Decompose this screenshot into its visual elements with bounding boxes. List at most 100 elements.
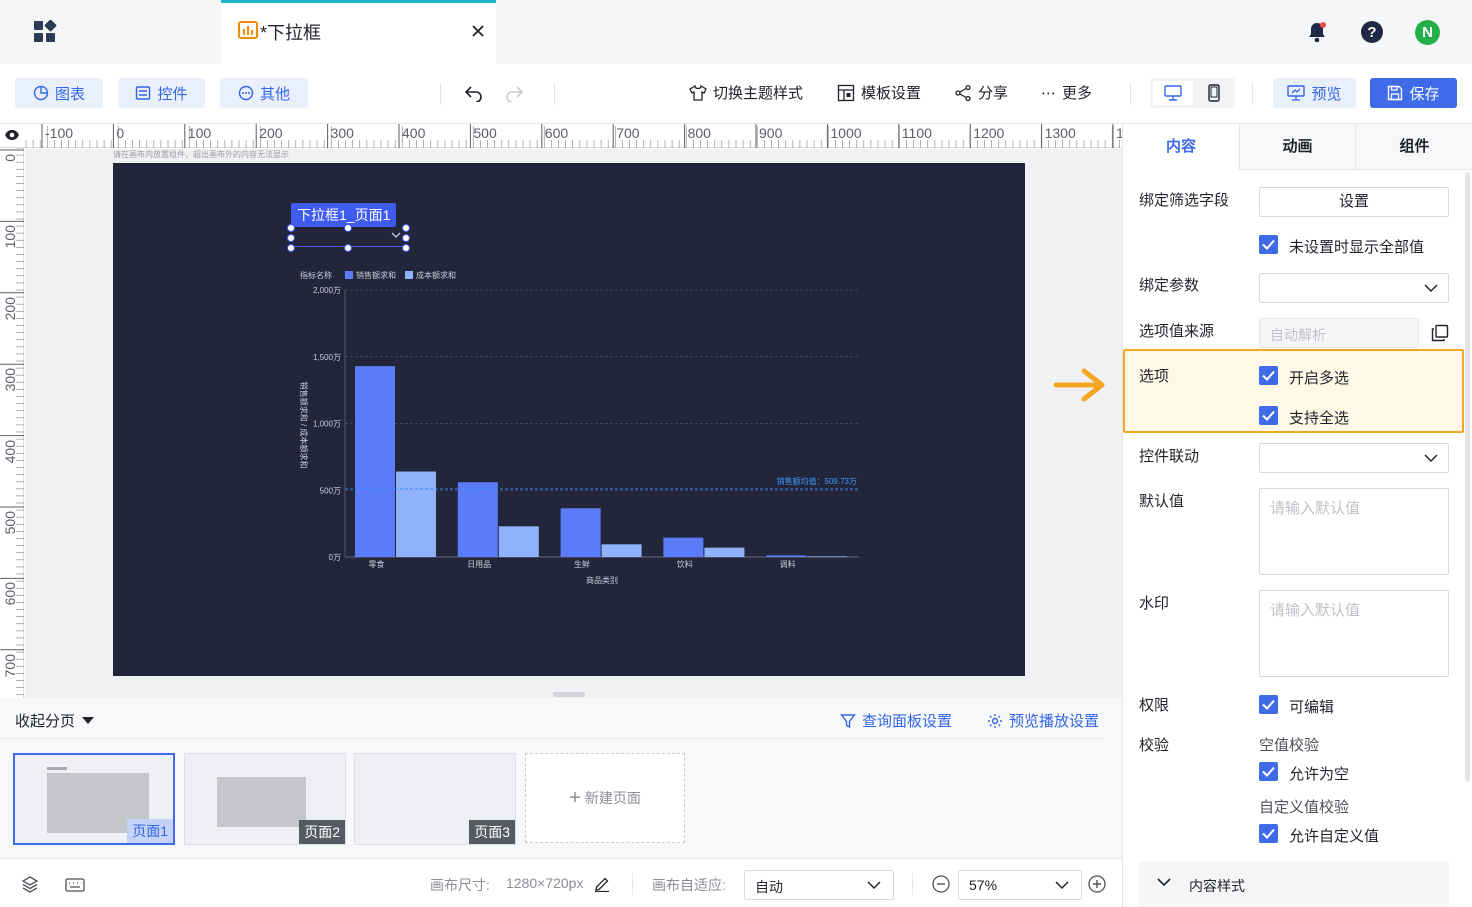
save-button[interactable]: 保存 — [1370, 78, 1457, 108]
canvas-size-value: 1280×720px — [506, 875, 584, 891]
preview-monitor-icon — [1287, 85, 1306, 101]
redo-icon[interactable] — [504, 84, 524, 102]
new-page-label: 新建页面 — [584, 790, 641, 806]
collapse-pages-label: 收起分页 — [15, 713, 76, 730]
default-value-label: 默认值 — [1139, 493, 1185, 510]
document-tab[interactable]: *下拉框 — [221, 0, 496, 64]
page-thumbnail-3[interactable]: 页面3 — [354, 753, 516, 845]
undo-icon[interactable] — [464, 84, 484, 102]
dashboard-file-icon — [238, 20, 258, 40]
canvas-fit-select[interactable]: 自动 — [744, 870, 894, 900]
document-tab-title: *下拉框 — [260, 23, 322, 43]
ruler-label: 300 — [330, 125, 354, 141]
custom-check-label: 自定义值校验 — [1259, 799, 1350, 816]
content-style-section[interactable]: 内容样式 — [1139, 862, 1449, 907]
page-thumbnail-1[interactable]: 页面1 — [13, 753, 175, 845]
bind-field-setting-button[interactable]: 设置 — [1259, 187, 1449, 217]
x-tick-label: 调料 — [780, 559, 796, 569]
caret-down-icon — [81, 716, 95, 725]
close-tab-icon[interactable] — [471, 24, 485, 38]
bar — [807, 556, 848, 558]
dashboard-canvas[interactable]: 下拉框1_页面1 指标名称 销售额求和 成本额求和 0万 500万 1,000万 1,500… — [113, 163, 1025, 676]
help-icon[interactable]: ? — [1360, 20, 1384, 44]
ruler-label: 0 — [116, 125, 125, 141]
ruler-label: 1100 — [901, 125, 932, 141]
multi-select-checkbox[interactable] — [1259, 366, 1278, 385]
switch-theme-button[interactable]: 切换主题样式 — [689, 82, 803, 103]
copy-icon[interactable] — [1431, 324, 1449, 342]
default-value-input[interactable]: 请输入默认值 — [1259, 488, 1449, 575]
more-button[interactable]: ⋯ 更多 — [1041, 82, 1092, 103]
bar — [766, 555, 807, 557]
show-all-checkbox[interactable] — [1259, 235, 1278, 254]
zoom-in-icon[interactable] — [1088, 875, 1106, 893]
template-settings-button[interactable]: 模板设置 — [837, 82, 921, 103]
chevron-down-icon — [1055, 881, 1069, 890]
option-source-label: 选项值来源 — [1139, 323, 1215, 340]
editable-checkbox[interactable] — [1259, 695, 1278, 714]
page-thumbnail-2[interactable]: 页面2 — [184, 753, 346, 845]
zoom-select[interactable]: 57% — [958, 870, 1082, 900]
edit-pencil-icon[interactable] — [594, 876, 610, 892]
tab-animation[interactable]: 动画 — [1239, 124, 1355, 170]
ruler-label: 1300 — [1044, 125, 1076, 141]
collapse-pages-button[interactable]: 收起分页 — [15, 710, 95, 731]
insert-other-button[interactable]: 其他 — [220, 78, 308, 108]
chevron-down-icon — [1424, 454, 1438, 463]
multi-select-label: 开启多选 — [1289, 370, 1350, 387]
zoom-out-icon[interactable] — [932, 875, 950, 893]
y-tick-label: 1,000万 — [313, 420, 341, 429]
tab-content[interactable]: 内容 — [1123, 124, 1239, 170]
share-button[interactable]: 分享 — [954, 82, 1008, 103]
template-icon — [837, 84, 855, 102]
editable-label: 可编辑 — [1289, 699, 1335, 716]
resize-handle[interactable] — [553, 692, 585, 697]
legend-swatch — [405, 271, 413, 279]
canvas-note: 请在画布内放置组件，超出画布外的内容无法显示 — [113, 150, 289, 159]
preview-label: 预览 — [1311, 85, 1342, 103]
linkage-select[interactable] — [1259, 443, 1449, 473]
insert-other-label: 其他 — [259, 85, 290, 103]
new-page-button[interactable]: + 新建页面 — [525, 753, 685, 843]
option-source-input[interactable]: 自动解析 — [1259, 318, 1419, 348]
mobile-view-button[interactable] — [1202, 81, 1226, 105]
more-label: 更多 — [1062, 85, 1093, 102]
watermark-input[interactable]: 请输入默认值 — [1259, 590, 1449, 677]
bar-chart[interactable]: 指标名称 销售额求和 成本额求和 0万 500万 1,000万 1,500万 2,000万零食… — [113, 163, 1025, 676]
ruler-label: 1000 — [830, 125, 862, 141]
user-avatar[interactable]: N — [1415, 20, 1440, 45]
insert-chart-label: 图表 — [54, 85, 85, 103]
keyboard-icon[interactable] — [65, 878, 85, 892]
top-bar: *下拉框 ? N — [0, 0, 1472, 64]
eye-icon[interactable] — [4, 129, 20, 141]
svg-text:?: ? — [1367, 24, 1376, 41]
apps-grid-icon[interactable] — [33, 20, 57, 44]
query-panel-setting-button[interactable]: 查询面板设置 — [840, 710, 952, 731]
insert-chart-button[interactable]: 图表 — [15, 78, 103, 108]
preview-play-setting-button[interactable]: 预览播放设置 — [987, 710, 1099, 731]
page-3-label: 页面3 — [469, 820, 515, 844]
insert-control-button[interactable]: 控件 — [118, 78, 205, 108]
allow-null-checkbox[interactable] — [1259, 762, 1278, 781]
ellipsis-icon: ⋯ — [1041, 84, 1056, 102]
allow-custom-checkbox[interactable] — [1259, 824, 1278, 843]
canvas-fit-label: 画布自适应: — [652, 877, 726, 893]
desktop-view-button[interactable] — [1153, 81, 1193, 105]
layers-icon[interactable] — [21, 875, 39, 893]
bar — [498, 526, 539, 557]
shirt-icon — [689, 84, 707, 102]
null-check-label: 空值校验 — [1259, 737, 1320, 754]
select-all-checkbox[interactable] — [1259, 406, 1278, 425]
ruler-label: 200 — [2, 296, 18, 321]
tab-component[interactable]: 组件 — [1355, 124, 1472, 170]
x-tick-label: 日用品 — [467, 560, 491, 569]
notification-bell-icon[interactable] — [1305, 20, 1329, 44]
more-circle-icon — [238, 85, 254, 101]
save-disk-icon — [1387, 85, 1403, 101]
bind-param-select[interactable] — [1259, 273, 1449, 303]
bind-param-label: 绑定参数 — [1139, 277, 1200, 294]
panel-scrollbar[interactable] — [1465, 172, 1470, 782]
preview-button[interactable]: 预览 — [1273, 78, 1356, 108]
x-tick-label: 零食 — [368, 559, 384, 569]
bar — [663, 537, 704, 557]
